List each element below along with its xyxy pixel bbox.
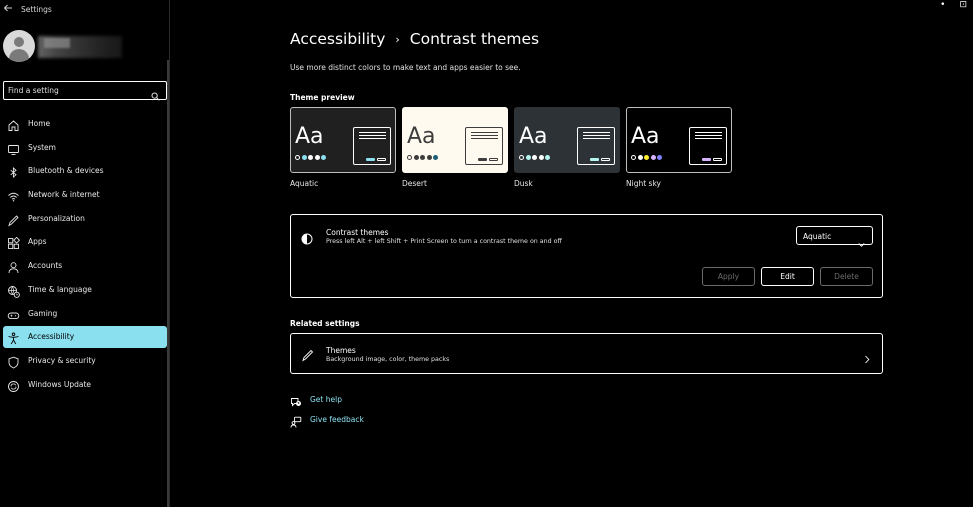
theme-preview-list: Aa Aquatic Aa Desert Aa Dusk Aa Night sk… [290, 107, 732, 188]
dropdown-selected-value: Aquatic [803, 232, 832, 241]
sidebar-item-accounts[interactable]: Accounts [3, 255, 167, 277]
sidebar-item-privacy[interactable]: Privacy & security [3, 350, 167, 372]
gamepad-icon [7, 307, 20, 320]
bluetooth-icon [7, 164, 20, 179]
theme-dusk[interactable]: Aa Dusk [514, 107, 620, 188]
sidebar-item-label: Accounts [28, 261, 63, 271]
theme-aquatic[interactable]: Aa Aquatic [290, 107, 396, 188]
person-icon [7, 259, 20, 274]
theme-night-sky[interactable]: Aa Night sky [626, 107, 732, 188]
contrast-themes-description: Press left Alt + left Shift + Print Scre… [326, 238, 562, 245]
sidebar-item-label: Personalization [28, 213, 85, 223]
pen-icon [7, 212, 20, 227]
sidebar-item-label: Gaming [28, 308, 58, 318]
theme-window-preview [689, 127, 727, 165]
sidebar-item-label: Bluetooth & devices [28, 166, 104, 176]
breadcrumb-separator: › [395, 32, 400, 46]
delete-button[interactable]: Delete [820, 267, 873, 286]
monitor-icon [7, 141, 20, 155]
theme-name: Dusk [514, 179, 533, 188]
search-box[interactable] [3, 81, 167, 101]
sidebar-item-time-language[interactable]: Time & language [3, 279, 167, 301]
theme-color-dots [407, 155, 438, 160]
sidebar-item-home[interactable]: Home [3, 113, 167, 135]
sidebar-item-network[interactable]: Network & internet [3, 184, 167, 206]
related-themes-card[interactable]: Themes Background image, color, theme pa… [290, 333, 883, 374]
get-help-link[interactable]: Get help [290, 393, 342, 407]
sidebar-item-personalization[interactable]: Personalization [3, 208, 167, 230]
sidebar-item-system[interactable]: System [3, 137, 167, 159]
sidebar-item-label: Home [28, 119, 51, 128]
edit-button[interactable]: Edit [761, 267, 814, 286]
user-email-redacted [44, 38, 70, 48]
pen-icon [301, 347, 315, 362]
sidebar-item-label: Privacy & security [28, 355, 96, 365]
theme-name: Desert [402, 179, 427, 188]
avatar[interactable] [3, 30, 35, 62]
main-content: Accessibility › Contrast themes Use more… [170, 0, 973, 507]
theme-card[interactable]: Aa [514, 107, 620, 173]
related-themes-title: Themes [326, 346, 356, 355]
page-title: Contrast themes [409, 30, 540, 48]
accessibility-icon [7, 330, 20, 345]
sidebar-item-windows-update[interactable]: Windows Update [3, 374, 167, 396]
globe-clock-icon [7, 283, 20, 298]
theme-preview-label: Theme preview [290, 93, 355, 102]
apps-icon [7, 235, 21, 250]
theme-sample-text: Aa [407, 124, 436, 149]
theme-card[interactable]: Aa [626, 107, 732, 173]
theme-card[interactable]: Aa [402, 107, 508, 173]
apply-button[interactable]: Apply [702, 267, 755, 286]
sidebar-item-accessibility[interactable]: Accessibility [3, 326, 167, 349]
sidebar-item-label: Accessibility [28, 332, 75, 342]
theme-color-dots [519, 155, 550, 160]
breadcrumb-parent[interactable]: Accessibility [290, 30, 385, 48]
sidebar-scrollbar[interactable] [167, 60, 169, 507]
contrast-icon [301, 230, 313, 245]
sidebar-item-bluetooth[interactable]: Bluetooth & devices [3, 160, 167, 182]
related-themes-description: Background image, color, theme packs [326, 356, 450, 363]
theme-name: Aquatic [290, 179, 319, 188]
breadcrumb: Accessibility › Contrast themes [290, 30, 539, 48]
sidebar-nav: Home System Bluetooth & devices Network … [3, 113, 167, 397]
theme-card[interactable]: Aa [290, 107, 396, 173]
sidebar-item-label: Apps [28, 237, 47, 247]
sidebar-item-label: Time & language [28, 284, 92, 294]
help-icon [290, 393, 302, 407]
shield-icon [7, 354, 20, 369]
home-icon [7, 117, 20, 131]
theme-window-preview [465, 127, 503, 165]
theme-window-preview [577, 127, 615, 165]
update-icon [7, 378, 20, 392]
give-feedback-text[interactable]: Give feedback [310, 415, 364, 424]
give-feedback-link[interactable]: Give feedback [290, 413, 364, 428]
contrast-themes-title: Contrast themes [326, 228, 389, 237]
theme-sample-text: Aa [631, 124, 660, 149]
theme-desert[interactable]: Aa Desert [402, 107, 508, 188]
theme-sample-text: Aa [295, 124, 324, 149]
contrast-themes-panel: Contrast themes Press left Alt + left Sh… [290, 214, 883, 298]
chevron-down-icon [858, 233, 865, 247]
sidebar: Home System Bluetooth & devices Network … [0, 0, 169, 507]
sidebar-item-gaming[interactable]: Gaming [3, 303, 167, 325]
sidebar-item-label: Network & internet [28, 190, 100, 200]
get-help-text[interactable]: Get help [310, 395, 342, 404]
chevron-right-icon [864, 349, 870, 364]
sidebar-item-apps[interactable]: Apps [3, 231, 167, 253]
feedback-icon [290, 413, 302, 428]
contrast-theme-dropdown[interactable]: Aquatic [796, 226, 873, 247]
sidebar-item-label: Windows Update [28, 379, 92, 389]
wifi-icon [7, 188, 20, 202]
search-icon[interactable] [151, 86, 160, 101]
theme-color-dots [631, 155, 662, 160]
theme-name: Night sky [626, 179, 661, 188]
theme-window-preview [353, 127, 391, 165]
theme-color-dots [295, 155, 326, 160]
sidebar-item-label: System [28, 142, 56, 152]
page-subtitle: Use more distinct colors to make text an… [290, 63, 521, 72]
related-settings-label: Related settings [290, 319, 360, 328]
theme-sample-text: Aa [519, 124, 548, 149]
search-input[interactable] [8, 84, 144, 97]
